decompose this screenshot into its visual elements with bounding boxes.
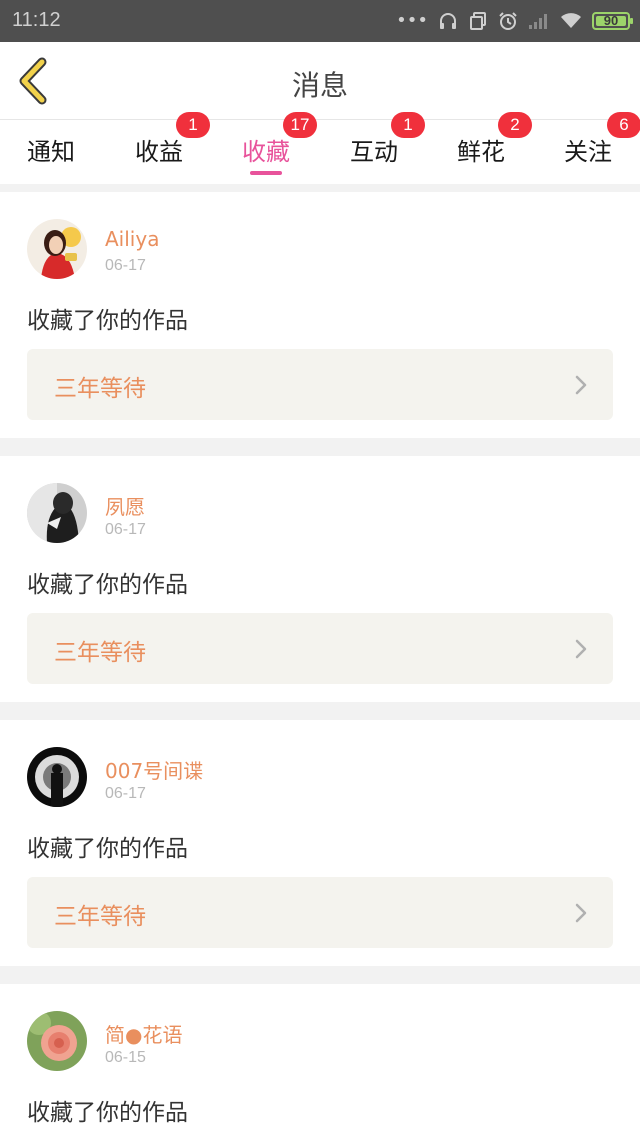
action-text: 收藏了你的作品 bbox=[27, 572, 188, 598]
tab-earnings[interactable]: 收益 1 bbox=[114, 112, 210, 184]
message-card: 夙愿 06-17 收藏了你的作品 三年等待 bbox=[0, 456, 640, 702]
tab-interactions[interactable]: 互动 1 bbox=[329, 112, 425, 184]
tab-bar: 通知 收益 1 收藏 17 互动 1 鲜花 2 关注 6 bbox=[0, 112, 640, 184]
status-time: 11:12 bbox=[12, 9, 61, 31]
more-dots-icon: ••• bbox=[396, 10, 428, 31]
status-bar: 11:12 ••• 90 bbox=[0, 0, 640, 42]
alarm-icon bbox=[498, 11, 518, 31]
work-title: 三年等待 bbox=[54, 640, 146, 666]
tab-follows[interactable]: 关注 6 bbox=[543, 112, 640, 184]
avatar[interactable] bbox=[27, 219, 87, 279]
work-title: 三年等待 bbox=[54, 904, 146, 930]
action-text: 收藏了你的作品 bbox=[27, 1100, 188, 1126]
battery-level: 90 bbox=[603, 13, 619, 28]
username[interactable]: 007号间谍 bbox=[105, 755, 203, 784]
status-icons: ••• 90 bbox=[396, 9, 633, 33]
nav-header: 消息 bbox=[0, 42, 640, 120]
username[interactable]: Ailiya bbox=[105, 227, 159, 251]
work-link[interactable]: 三年等待 bbox=[27, 613, 613, 684]
headset-icon bbox=[438, 11, 458, 31]
action-text: 收藏了你的作品 bbox=[27, 308, 188, 334]
avatar[interactable] bbox=[27, 483, 87, 543]
copy-icon bbox=[468, 11, 488, 31]
message-card: Ailiya 06-17 收藏了你的作品 三年等待 bbox=[0, 192, 640, 438]
work-link[interactable]: 三年等待 bbox=[27, 349, 613, 420]
action-text: 收藏了你的作品 bbox=[27, 836, 188, 862]
message-date: 06-17 bbox=[105, 521, 146, 538]
unread-badge: 6 bbox=[607, 112, 640, 138]
tab-notice[interactable]: 通知 bbox=[6, 120, 96, 184]
work-link[interactable]: 三年等待 bbox=[27, 877, 613, 948]
battery-icon: 90 bbox=[592, 12, 633, 30]
avatar[interactable] bbox=[27, 1011, 87, 1071]
page-title: 消息 bbox=[291, 69, 348, 102]
active-tab-indicator bbox=[250, 171, 282, 175]
username[interactable]: 夙愿 bbox=[105, 491, 145, 520]
username[interactable]: 简●花语 bbox=[105, 1019, 182, 1048]
chevron-right-icon bbox=[575, 639, 587, 659]
message-date: 06-15 bbox=[105, 1049, 146, 1066]
message-date: 06-17 bbox=[105, 785, 146, 802]
unread-badge: 2 bbox=[498, 112, 532, 138]
unread-badge: 17 bbox=[283, 112, 317, 138]
chevron-right-icon bbox=[575, 903, 587, 923]
tab-flowers[interactable]: 鲜花 2 bbox=[436, 112, 532, 184]
unread-badge: 1 bbox=[176, 112, 210, 138]
message-date: 06-17 bbox=[105, 257, 146, 274]
work-title: 三年等待 bbox=[54, 376, 146, 402]
wifi-icon bbox=[560, 12, 582, 30]
message-card: 007号间谍 06-17 收藏了你的作品 三年等待 bbox=[0, 720, 640, 966]
unread-badge: 1 bbox=[391, 112, 425, 138]
chevron-right-icon bbox=[575, 375, 587, 395]
tab-label: 通知 bbox=[27, 138, 75, 166]
tab-favorites[interactable]: 收藏 17 bbox=[221, 112, 317, 184]
message-card: 简●花语 06-15 收藏了你的作品 bbox=[0, 984, 640, 1138]
avatar[interactable] bbox=[27, 747, 87, 807]
signal-icon bbox=[528, 12, 550, 30]
